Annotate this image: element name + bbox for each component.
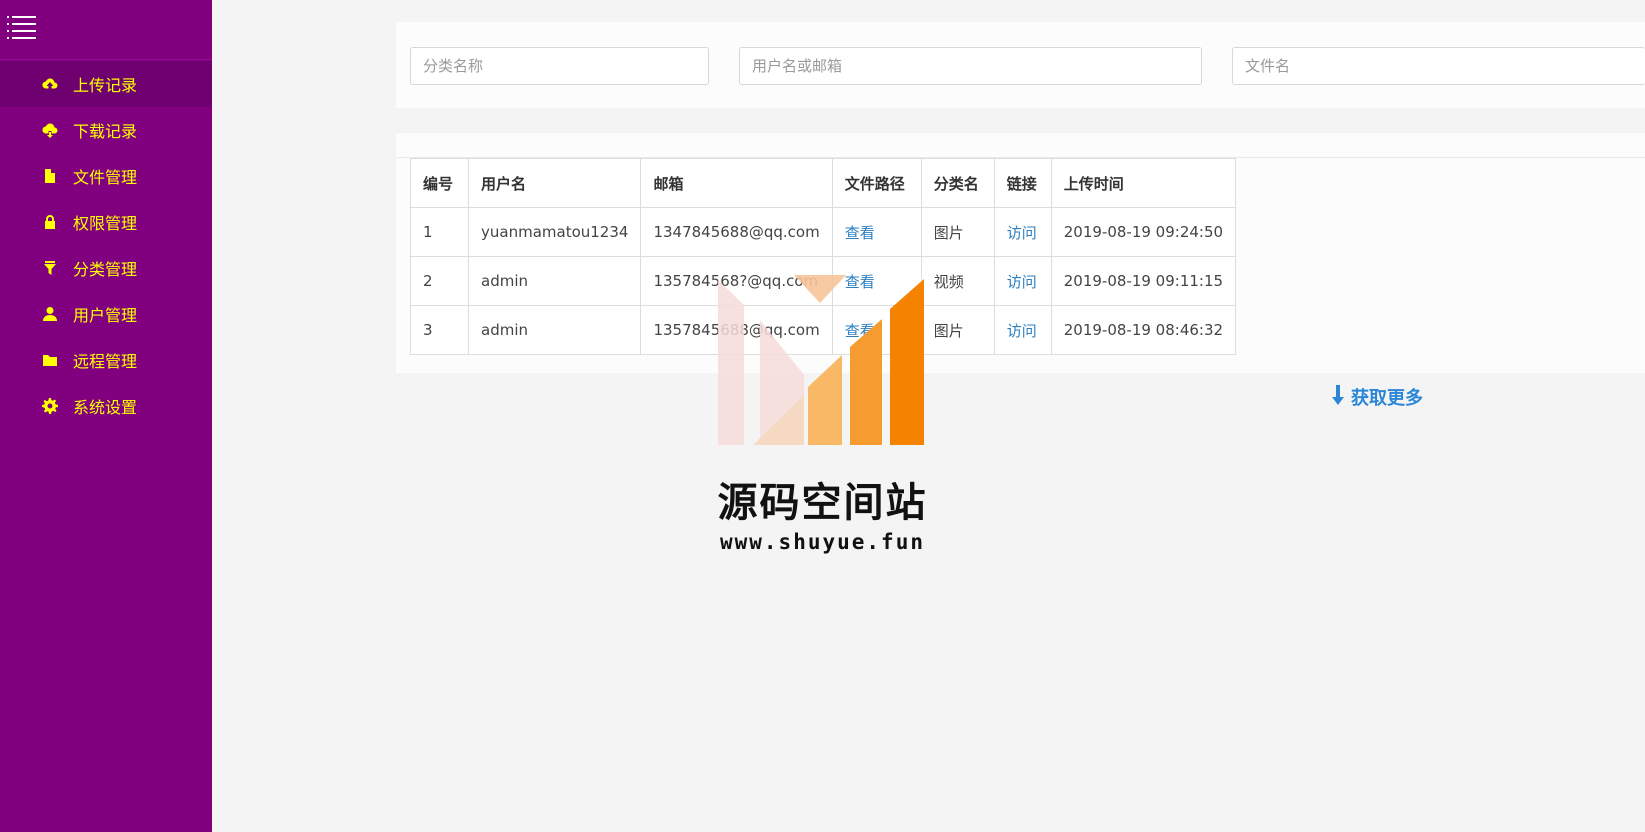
cell-category: 视频 [920, 256, 995, 306]
category-search-input[interactable] [410, 47, 709, 85]
gear-icon [41, 397, 59, 415]
cell-upload-time: 2019-08-19 09:11:15 [1050, 256, 1237, 306]
filter-icon [41, 259, 59, 277]
column-header-email: 邮箱 [640, 158, 833, 208]
column-header-upload-time: 上传时间 [1050, 158, 1237, 208]
table-row: 1 yuanmamatou1234 1347845688@qq.com 查看 图… [410, 207, 1237, 257]
arrow-down-icon [1330, 384, 1351, 410]
cell-upload-time: 2019-08-19 09:24:50 [1050, 207, 1237, 257]
load-more-button[interactable]: 获取更多 [1330, 384, 1423, 410]
table-header-row: 编号 用户名 邮箱 文件路径 分类名 链接 上传时间 [410, 158, 1237, 208]
column-header-file-path: 文件路径 [831, 158, 922, 208]
cell-id: 3 [410, 305, 469, 355]
menu-icon[interactable] [7, 14, 37, 42]
file-search-input[interactable] [1232, 47, 1645, 85]
sidebar-item-user-management[interactable]: 用户管理 [0, 291, 212, 337]
file-icon [41, 167, 59, 185]
sidebar-item-label: 远程管理 [73, 352, 138, 371]
column-header-id: 编号 [410, 158, 469, 208]
sidebar-item-label: 分类管理 [73, 260, 138, 279]
sidebar-divider [0, 59, 212, 60]
load-more-label: 获取更多 [1351, 388, 1423, 409]
view-path-link[interactable]: 查看 [845, 224, 875, 242]
sidebar-item-upload-records[interactable]: 上传记录 [0, 61, 212, 107]
folder-icon [41, 351, 59, 369]
sidebar: 上传记录 下载记录 文件管理 权限管理 分类管理 用户管理 远程管理 系统设置 [0, 0, 212, 832]
watermark-logo [718, 275, 926, 445]
user-search-input[interactable] [739, 47, 1202, 85]
sidebar-item-category-management[interactable]: 分类管理 [0, 245, 212, 291]
visit-link[interactable]: 访问 [1007, 273, 1037, 291]
cell-category: 图片 [920, 207, 995, 257]
sidebar-item-file-management[interactable]: 文件管理 [0, 153, 212, 199]
column-header-username: 用户名 [467, 158, 642, 208]
sidebar-item-label: 用户管理 [73, 306, 138, 325]
cell-username: yuanmamatou1234 [467, 207, 642, 257]
sidebar-item-label: 权限管理 [73, 214, 138, 233]
sidebar-item-download-records[interactable]: 下载记录 [0, 107, 212, 153]
cell-upload-time: 2019-08-19 08:46:32 [1050, 305, 1237, 355]
search-panel [396, 22, 1645, 108]
sidebar-item-remote-management[interactable]: 远程管理 [0, 337, 212, 383]
cell-email: 1347845688@qq.com [640, 207, 833, 257]
cell-category: 图片 [920, 305, 995, 355]
visit-link[interactable]: 访问 [1007, 224, 1037, 242]
cell-id: 1 [410, 207, 469, 257]
cloud-upload-icon [41, 75, 59, 93]
sidebar-item-label: 下载记录 [73, 122, 138, 141]
cell-id: 2 [410, 256, 469, 306]
cloud-download-icon [41, 121, 59, 139]
watermark-url: www.shuyue.fun [719, 530, 925, 554]
column-header-category: 分类名 [920, 158, 995, 208]
visit-link[interactable]: 访问 [1007, 322, 1037, 340]
sidebar-nav: 上传记录 下载记录 文件管理 权限管理 分类管理 用户管理 远程管理 系统设置 [0, 61, 212, 429]
column-header-link: 链接 [993, 158, 1052, 208]
sidebar-item-label: 系统设置 [73, 398, 138, 417]
cell-username: admin [467, 305, 642, 355]
sidebar-item-label: 上传记录 [73, 76, 138, 95]
cell-username: admin [467, 256, 642, 306]
sidebar-item-permission-management[interactable]: 权限管理 [0, 199, 212, 245]
sidebar-item-system-settings[interactable]: 系统设置 [0, 383, 212, 429]
records-panel: 编号 用户名 邮箱 文件路径 分类名 链接 上传时间 1 yuanmamatou… [396, 133, 1645, 373]
user-icon [41, 305, 59, 323]
watermark-title: 源码空间站 [717, 480, 928, 526]
lock-icon [41, 213, 59, 231]
sidebar-item-label: 文件管理 [73, 168, 138, 187]
